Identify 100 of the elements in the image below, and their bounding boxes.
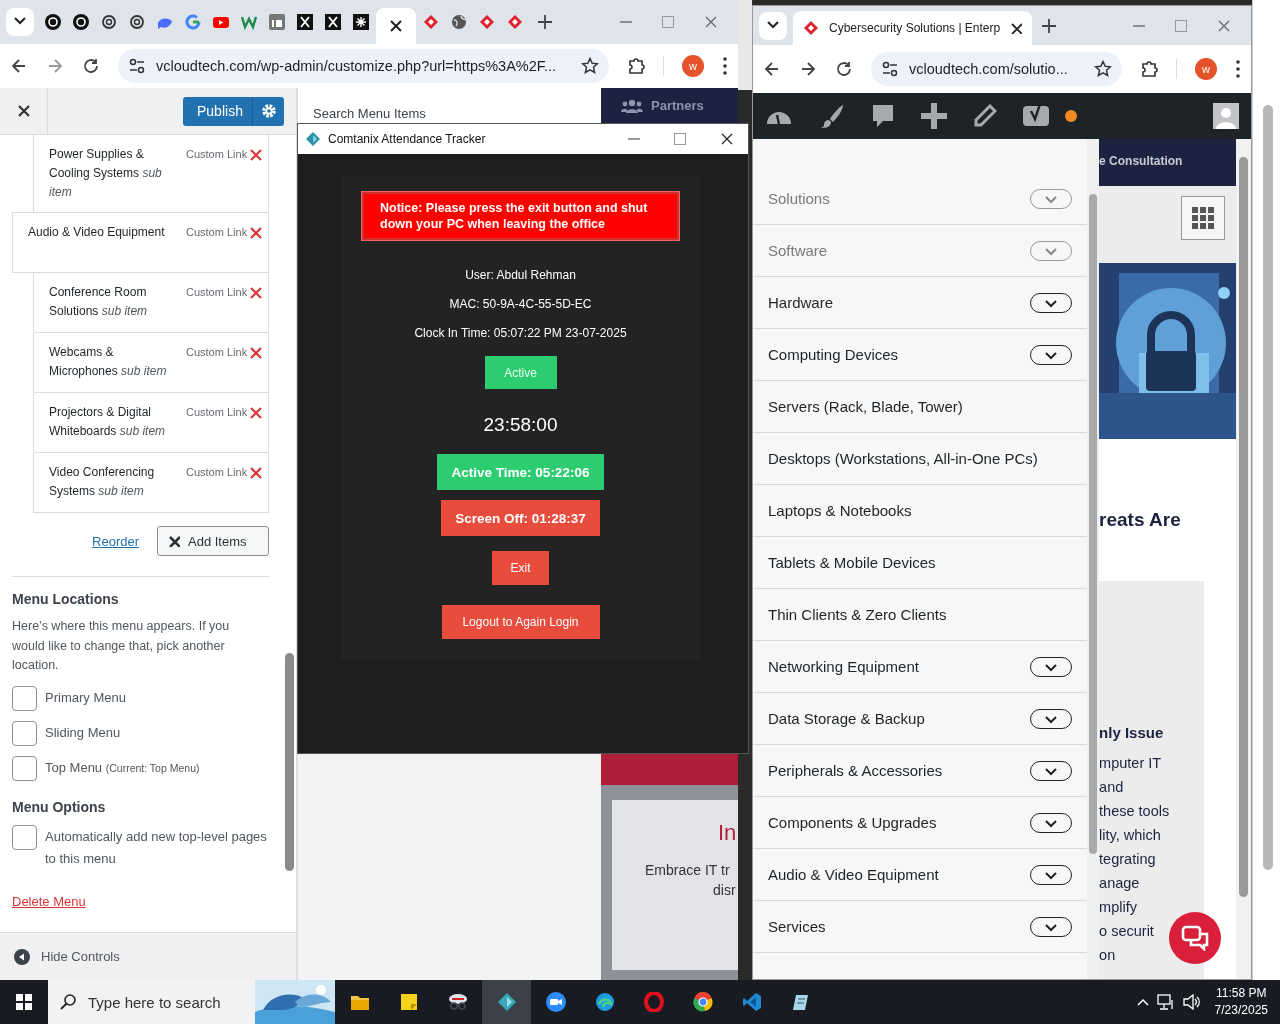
site-settings-icon[interactable]: [128, 57, 146, 75]
bookmark-star-icon[interactable]: [581, 57, 599, 75]
globe-icon: [451, 14, 467, 30]
remove-icon[interactable]: [250, 227, 262, 239]
menu-item[interactable]: Video Conferencing Systems sub item Custom Link: [33, 452, 269, 513]
remove-icon[interactable]: [250, 467, 262, 479]
screen-off-button[interactable]: Screen Off: 01:28:37: [441, 500, 600, 536]
diamond-icon: [479, 14, 495, 30]
pencil-icon[interactable]: [973, 104, 997, 128]
card-title: In: [717, 820, 738, 846]
menu-item[interactable]: Audio & Video Equipment Custom Link: [12, 212, 269, 273]
close-icon[interactable]: [720, 132, 734, 146]
chevron-down-icon: [1044, 817, 1059, 828]
forward-icon[interactable]: [799, 60, 817, 78]
extensions-icon[interactable]: [1140, 59, 1158, 79]
new-tab-icon[interactable]: [538, 15, 552, 29]
scrollbar[interactable]: [1089, 194, 1098, 854]
clock-in-text: Clock In Time: 05:07:22 PM 23-07-2025: [414, 326, 627, 340]
menu-item[interactable]: Conference Room Solutions sub item Custom Link: [33, 272, 269, 333]
card-text: these tools: [1099, 802, 1170, 821]
publish-button[interactable]: Publish: [183, 96, 284, 126]
partners-link[interactable]: Partners: [601, 88, 738, 123]
video-call-icon: [545, 992, 566, 1012]
menu-icon[interactable]: [1235, 59, 1241, 79]
card-text: on: [1099, 946, 1116, 965]
chevron-down-icon: [1044, 869, 1059, 880]
address-bar[interactable]: vcloudtech.com/solutio...: [871, 52, 1122, 86]
brush-icon[interactable]: [819, 103, 845, 129]
logout-button[interactable]: Logout to Again Login: [441, 605, 600, 639]
close-icon: [168, 535, 180, 547]
tab-list-button[interactable]: [759, 11, 787, 40]
maximize-icon[interactable]: [674, 133, 686, 145]
reload-icon[interactable]: [82, 57, 100, 75]
search-menu-items-label: Search Menu Items: [312, 105, 427, 123]
checkbox[interactable]: [12, 824, 37, 850]
clock-text: 23:58:00: [483, 414, 558, 436]
close-icon[interactable]: [1010, 22, 1023, 34]
reload-icon[interactable]: [835, 60, 853, 78]
extensions-icon[interactable]: [627, 56, 645, 76]
profile-avatar[interactable]: w: [682, 55, 704, 77]
remove-icon[interactable]: [250, 407, 262, 419]
menu-item[interactable]: Power Supplies & Cooling Systems sub item Custom Link: [33, 135, 269, 213]
zigzag-icon: [241, 14, 257, 30]
new-tab-icon[interactable]: [1042, 18, 1057, 33]
checkbox-label: Primary Menu: [45, 688, 126, 707]
profile-avatar[interactable]: w: [1195, 58, 1217, 80]
chevron-up-icon[interactable]: [1136, 998, 1149, 1006]
network-icon[interactable]: [1156, 994, 1175, 1010]
clock[interactable]: 11:58 PM 7/23/2025: [1214, 985, 1268, 1019]
search-field[interactable]: Type here to search: [48, 980, 335, 1024]
menu-icon[interactable]: [722, 56, 728, 76]
section-heading: Menu Options: [12, 798, 107, 815]
back-icon[interactable]: [763, 60, 781, 78]
volume-icon[interactable]: [1182, 994, 1201, 1010]
knot-icon: [101, 14, 117, 30]
remove-icon[interactable]: [250, 347, 262, 359]
app-logo-icon: [306, 132, 320, 146]
card-title: nly Issue: [1099, 724, 1165, 741]
speech-bubble-icon[interactable]: [871, 103, 895, 129]
card-text: mplify: [1099, 898, 1137, 917]
site-settings-icon[interactable]: [881, 60, 899, 78]
reorder-link[interactable]: Reorder: [92, 533, 139, 549]
description-text: Here’s where this menu appears. If you would like to change that, pick another location.: [12, 618, 231, 674]
checkbox[interactable]: [12, 685, 37, 711]
scrollbar[interactable]: [285, 653, 294, 871]
remove-icon[interactable]: [250, 287, 262, 299]
scrollbar[interactable]: [1263, 105, 1273, 870]
code-editor-icon: [741, 992, 762, 1012]
chat-icon: [1181, 925, 1209, 951]
browser-tab[interactable]: [376, 8, 416, 44]
delete-menu-link[interactable]: Delete Menu: [12, 893, 86, 909]
chevron-down-icon: [766, 20, 780, 31]
menu-item[interactable]: Webcams & Microphones sub item Custom Link: [33, 332, 269, 393]
tab-list-button[interactable]: [6, 8, 34, 36]
settings-icon: [260, 103, 277, 119]
section-heading: reats Are: [1099, 509, 1182, 531]
collapse-icon[interactable]: [14, 948, 30, 965]
browser-tab[interactable]: Cybersecurity Solutions | Enterp: [793, 11, 1033, 45]
grid-menu-button[interactable]: [1181, 196, 1226, 240]
status-badge: Active: [484, 356, 557, 389]
consultation-button[interactable]: e Consultation: [1099, 139, 1237, 186]
hide-controls-button[interactable]: Hide Controls: [41, 949, 120, 964]
remove-icon[interactable]: [250, 149, 262, 161]
exit-button[interactable]: Exit: [492, 551, 549, 585]
diamond-icon: [803, 20, 819, 36]
back-icon[interactable]: [10, 57, 28, 75]
card-text: and: [1099, 778, 1124, 797]
add-items-button[interactable]: Add Items: [157, 526, 269, 556]
diamond-icon: [496, 992, 517, 1012]
checkbox-label: Sliding Menu: [45, 723, 121, 742]
scrollbar[interactable]: [1239, 157, 1249, 897]
search-icon: [60, 994, 76, 1010]
menu-item[interactable]: Projectors & Digital Whiteboards sub item Custom Link: [33, 392, 269, 453]
people-icon: [621, 98, 643, 113]
checkbox[interactable]: [12, 720, 37, 746]
checkbox[interactable]: [12, 755, 37, 781]
bookmark-star-icon[interactable]: [1094, 60, 1112, 78]
address-bar[interactable]: vcloudtech.com/wp-admin/customize.php?url=https%3A%2F...: [118, 49, 609, 83]
url-text: vcloudtech.com/solutio...: [909, 61, 1069, 77]
plus-icon[interactable]: [921, 103, 947, 129]
